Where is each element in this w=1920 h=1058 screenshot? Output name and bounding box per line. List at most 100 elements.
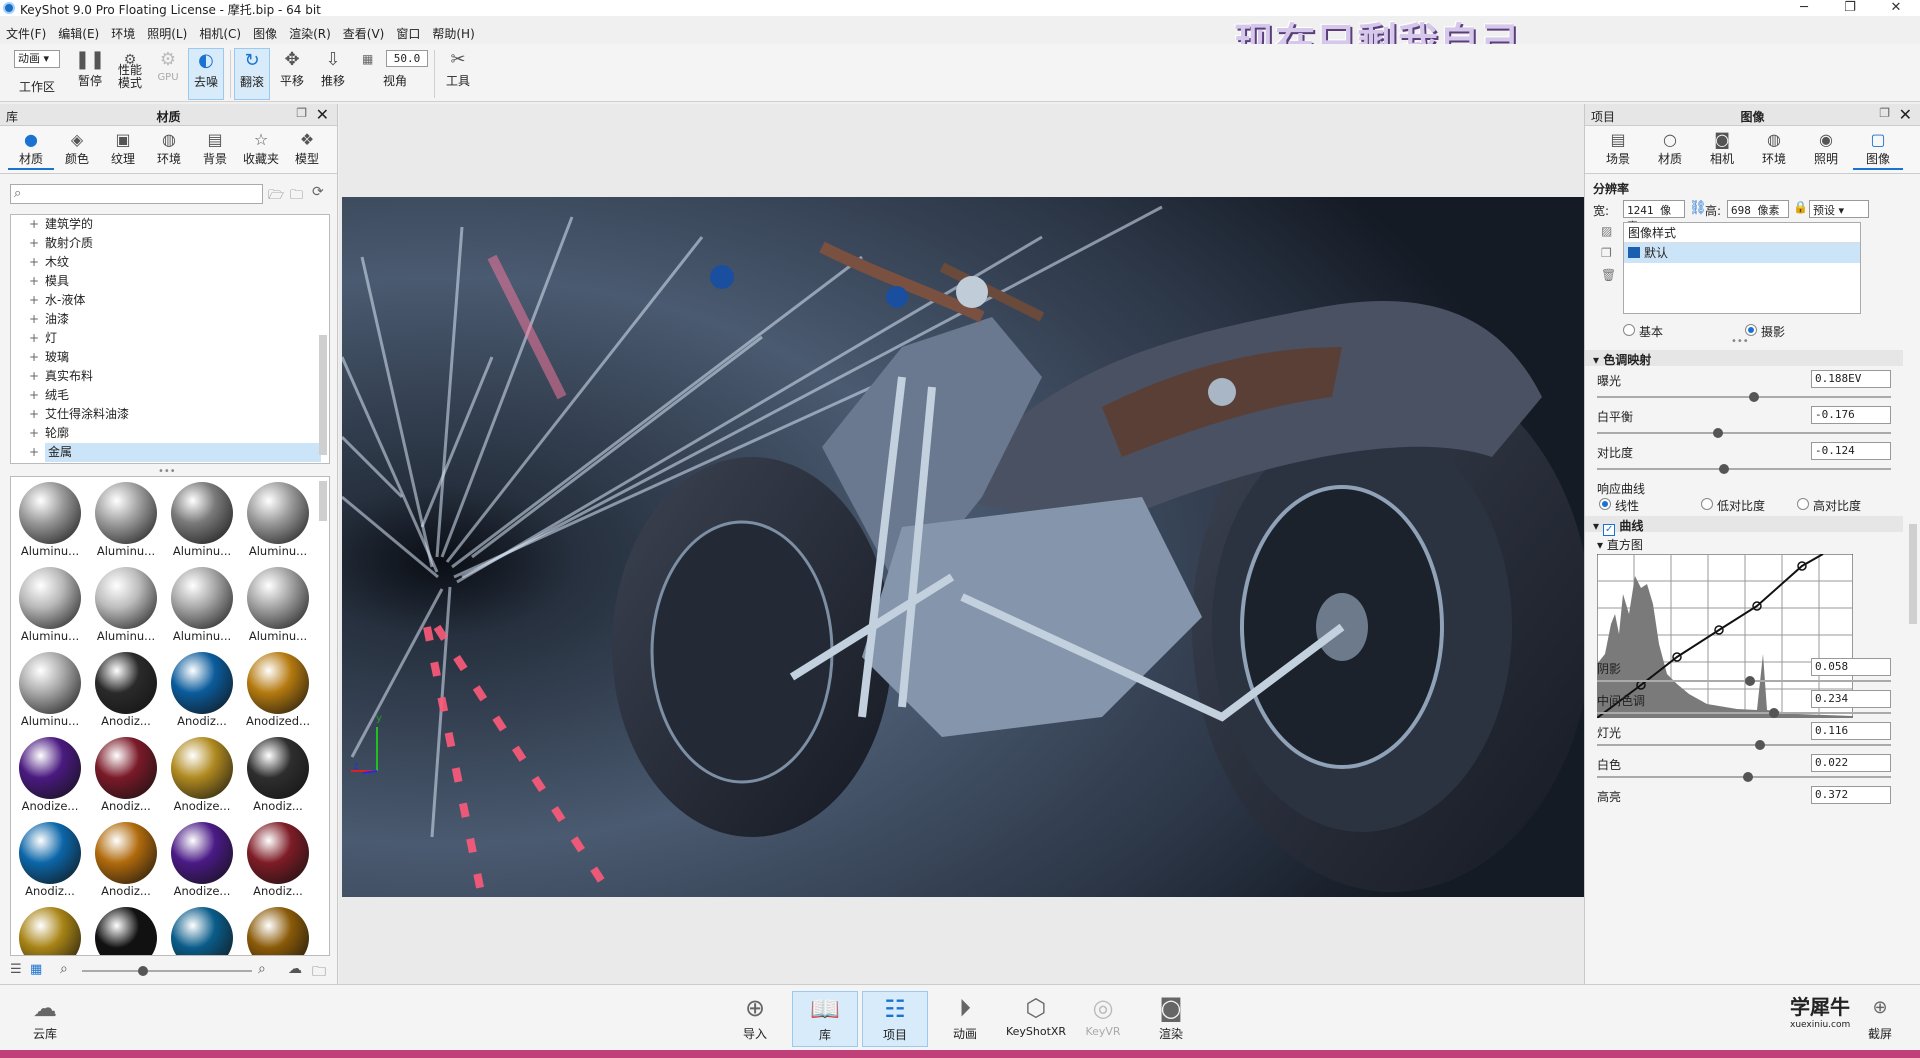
tone-mapping-header[interactable]: ▾ 色调映射 — [1593, 351, 1651, 368]
restore-button[interactable]: ❐ — [1830, 0, 1870, 16]
screenshot-button[interactable]: ⊕ 截屏 — [1850, 991, 1910, 1047]
tree-item[interactable]: + 水-液体 — [11, 291, 329, 310]
midtones-slider[interactable] — [1597, 708, 1891, 718]
tree-scrollbar[interactable] — [319, 335, 327, 455]
menu-edit[interactable]: 编辑(E) — [52, 22, 105, 45]
tree-item[interactable]: + 模具 — [11, 272, 329, 291]
menu-camera[interactable]: 相机(C) — [193, 22, 247, 45]
material-thumbnail[interactable]: Anodiz... — [241, 819, 315, 903]
tree-item[interactable]: + 玻璃 — [11, 348, 329, 367]
undock-icon[interactable]: ❐ — [1879, 106, 1890, 120]
material-thumbnail[interactable]: Anodized... — [241, 649, 315, 733]
exposure-input[interactable]: 0.188EV — [1811, 370, 1891, 388]
material-thumbnail[interactable]: Anodiz... — [89, 734, 163, 818]
lock-icon[interactable]: 🔒 — [1793, 200, 1808, 214]
tab-camera[interactable]: ◙ 相机 — [1697, 130, 1747, 170]
whites-slider[interactable] — [1597, 772, 1891, 782]
material-thumbnail[interactable]: Anodiz... — [89, 819, 163, 903]
tab-backplates[interactable]: ▤ 背景 — [192, 130, 238, 170]
real-time-viewport[interactable]: y z — [339, 104, 1584, 984]
shadows-slider[interactable] — [1597, 676, 1891, 686]
preset-select[interactable]: 预设 ▾ — [1809, 200, 1869, 218]
mode-basic-radio[interactable] — [1623, 324, 1635, 336]
pan-button[interactable]: ✥ 平移 — [274, 48, 310, 100]
grid-view-icon[interactable]: ▦ — [30, 962, 42, 977]
material-thumbnail[interactable]: Anodize... — [165, 819, 239, 903]
cloud-upload-icon[interactable]: ☁ — [288, 961, 302, 977]
performance-mode-button[interactable]: ⚙ 性能 模式 — [112, 48, 148, 100]
shadows-input[interactable]: 0.058 — [1811, 658, 1891, 676]
material-thumbnail[interactable]: Aluminu... — [89, 564, 163, 648]
tab-material[interactable]: ○ 材质 — [1645, 130, 1695, 170]
material-thumbnail[interactable]: Anodiz... — [13, 819, 87, 903]
material-thumbnail[interactable] — [165, 904, 239, 955]
material-thumbnail[interactable]: Anodiz... — [89, 649, 163, 733]
material-thumbnail[interactable]: Aluminu... — [13, 479, 87, 563]
tree-item[interactable]: + 艾仕得涂料油漆 — [11, 405, 329, 424]
render-button[interactable]: ◙ 渲染 — [1138, 991, 1204, 1047]
material-thumbnail[interactable]: Aluminu... — [241, 479, 315, 563]
thumbnail-size-slider[interactable] — [82, 966, 252, 976]
tree-item[interactable]: + 散射介质 — [11, 234, 329, 253]
material-thumbnail[interactable] — [241, 904, 315, 955]
menu-render[interactable]: 渲染(R) — [283, 22, 337, 45]
tree-item[interactable]: + 木纹 — [11, 253, 329, 272]
material-thumbnail[interactable] — [89, 904, 163, 955]
folder-open-icon[interactable]: 🗁 — [268, 186, 284, 208]
width-input[interactable]: 1241 像素 — [1623, 200, 1685, 233]
close-panel-icon[interactable]: ✕ — [316, 105, 329, 124]
tree-item[interactable]: + 绒毛 — [11, 386, 329, 405]
white-balance-slider[interactable] — [1597, 428, 1891, 438]
whites-input[interactable]: 0.022 — [1811, 754, 1891, 772]
denoise-button[interactable]: ◐ 去噪 — [188, 48, 224, 100]
tree-item[interactable]: + 真实布料 — [11, 367, 329, 386]
material-thumbnail[interactable]: Aluminu... — [241, 564, 315, 648]
lights-input[interactable]: 0.116 — [1811, 722, 1891, 740]
tree-item[interactable]: + 油漆 — [11, 310, 329, 329]
material-thumbnail[interactable]: Aluminu... — [13, 564, 87, 648]
tree-item[interactable]: + 轮廓 — [11, 424, 329, 443]
material-thumbnail[interactable]: Anodiz... — [241, 734, 315, 818]
tab-favorites[interactable]: ☆ 收藏夹 — [238, 130, 284, 170]
list-view-icon[interactable]: ☰ — [10, 962, 22, 977]
lights-slider[interactable] — [1597, 740, 1891, 750]
menu-lighting[interactable]: 照明(L) — [141, 22, 193, 45]
white-balance-input[interactable]: -0.176 — [1811, 406, 1891, 424]
animation-button[interactable]: ⏵ 动画 — [932, 991, 998, 1047]
delete-style-icon[interactable]: 🗑 — [1601, 268, 1616, 282]
image-style-item[interactable]: 默认 — [1624, 243, 1860, 263]
tab-colors[interactable]: ◈ 颜色 — [54, 130, 100, 170]
tree-item-selected[interactable]: + 金属 — [11, 443, 329, 462]
tools-button[interactable]: ✂ 工具 — [440, 48, 476, 100]
menu-file[interactable]: 文件(F) — [0, 22, 52, 45]
grid-scrollbar[interactable] — [319, 481, 327, 521]
keyvr-button[interactable]: ◎ KeyVR — [1070, 991, 1136, 1047]
highlights-input[interactable]: 0.372 — [1811, 786, 1891, 804]
library-search-input[interactable]: ⌕ — [10, 184, 263, 204]
tab-lighting[interactable]: ◉ 照明 — [1801, 130, 1851, 170]
material-thumbnail[interactable]: Anodiz... — [165, 649, 239, 733]
project-toggle-button[interactable]: ☷ 项目 — [862, 991, 928, 1047]
tab-models[interactable]: ❖ 模型 — [284, 130, 330, 170]
undock-icon[interactable]: ❐ — [296, 106, 307, 120]
curves-checkbox[interactable]: ✓ — [1603, 524, 1616, 536]
minimize-button[interactable]: ─ — [1784, 0, 1824, 16]
zoom-out-icon[interactable]: ⌕ — [60, 961, 68, 977]
pause-button[interactable]: ❚❚ 暂停 — [72, 48, 108, 100]
exposure-slider[interactable] — [1597, 392, 1891, 402]
tree-item[interactable]: + 建筑学的 — [11, 215, 329, 234]
curves-header[interactable]: ▾ ✓ 曲线 — [1593, 517, 1643, 536]
close-panel-icon[interactable]: ✕ — [1899, 105, 1912, 124]
curve-linear-radio[interactable] — [1599, 498, 1611, 510]
zoom-in-icon[interactable]: ⌕ — [258, 961, 266, 977]
menu-environment[interactable]: 环境 — [105, 22, 141, 45]
curve-high-contrast-radio[interactable] — [1797, 498, 1809, 510]
folder-add-icon[interactable]: 🗀 — [290, 186, 303, 208]
midtones-input[interactable]: 0.234 — [1811, 690, 1891, 708]
tab-materials[interactable]: ● 材质 — [8, 130, 54, 170]
material-thumbnail[interactable]: Aluminu... — [13, 649, 87, 733]
material-thumbnail[interactable]: Anodize... — [13, 734, 87, 818]
keyshotxr-button[interactable]: ⬡ KeyShotXR — [1000, 991, 1072, 1047]
new-style-icon[interactable]: ▨ — [1601, 224, 1612, 238]
tab-image[interactable]: ▢ 图像 — [1853, 130, 1903, 170]
